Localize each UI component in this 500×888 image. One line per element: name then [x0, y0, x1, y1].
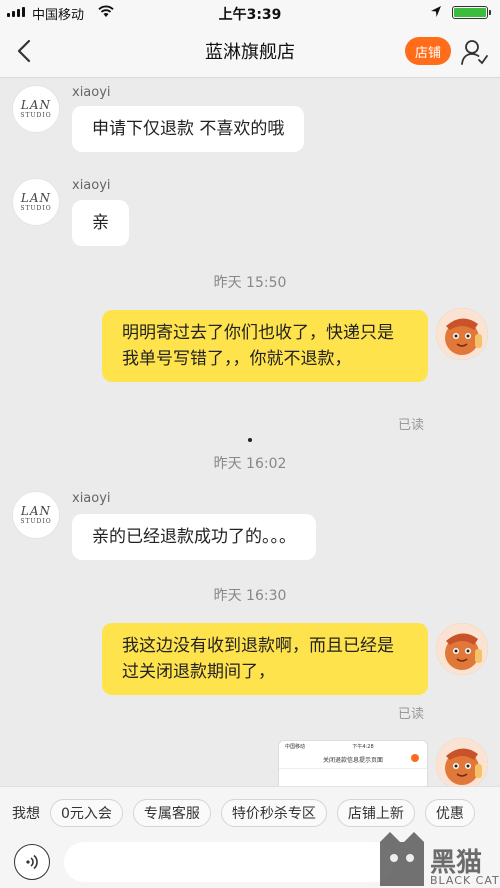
voice-button[interactable] — [14, 844, 50, 880]
sender-name: xiaoyi — [72, 178, 111, 193]
sender-name: xiaoyi — [72, 85, 111, 100]
store-avatar[interactable]: LAN STUDIO — [12, 491, 60, 539]
chip-customer-service[interactable]: 专属客服 — [132, 798, 211, 827]
location-arrow-icon — [431, 6, 441, 17]
chat-area[interactable]: LAN STUDIO xiaoyi 申请下仅退款 不喜欢的哦 LAN STUDI… — [0, 78, 500, 786]
user-profile-icon[interactable] — [460, 38, 488, 66]
chip-free-membership[interactable]: 0元入会 — [50, 798, 123, 827]
chip-discount[interactable]: 优惠 — [424, 798, 475, 827]
nav-bar: 蓝淋旗舰店 店铺 — [0, 24, 500, 78]
cartoon-avatar-icon — [436, 738, 488, 786]
sender-name: xiaoyi — [72, 491, 111, 506]
message-bubble[interactable]: 亲的已经退款成功了的。。。 — [72, 514, 316, 560]
quick-phrase-bar: 我想 0元入会 专属客服 特价秒杀专区 店铺上新 优惠 — [0, 786, 500, 838]
chip-flash-sale[interactable]: 特价秒杀专区 — [220, 798, 327, 827]
read-receipt: 已读 — [398, 418, 425, 433]
image-title: 关闭退款信息提示页面 — [322, 757, 383, 764]
status-time: 上午3:39 — [218, 7, 282, 23]
message-bubble-self[interactable]: 我这边没有收到退款啊，而且已经是过关闭退款期间了， — [102, 623, 428, 695]
battery-icon — [452, 6, 491, 19]
message-bubble[interactable]: 亲 — [72, 200, 129, 246]
message-bubble[interactable]: 申请下仅退款 不喜欢的哦 — [72, 106, 305, 152]
user-avatar[interactable] — [436, 623, 488, 675]
image-carrier: 中国移动 — [285, 744, 306, 750]
store-avatar[interactable]: LAN STUDIO — [12, 85, 60, 133]
image-time: 下午4:28 — [352, 744, 374, 750]
input-bar — [0, 838, 500, 888]
timestamp: 昨天 16:30 — [213, 588, 287, 604]
image-nav: 关闭退款信息提示页面 — [279, 752, 427, 769]
timestamp: 昨天 15:50 — [213, 275, 287, 291]
user-avatar[interactable] — [436, 738, 488, 786]
logo-subtext: STUDIO — [20, 205, 52, 212]
message-input[interactable] — [64, 842, 394, 882]
read-receipt: 已读 — [398, 707, 425, 722]
logo-text: LAN — [20, 504, 52, 518]
voice-wave-icon — [26, 854, 38, 870]
logo-subtext: STUDIO — [20, 518, 52, 525]
logo-subtext: STUDIO — [20, 112, 52, 119]
chip-new-arrivals[interactable]: 店铺上新 — [336, 798, 415, 827]
store-avatar[interactable]: LAN STUDIO — [12, 178, 60, 226]
cartoon-avatar-icon — [436, 623, 488, 675]
shop-button[interactable]: 店铺 — [405, 37, 451, 65]
timestamp: 昨天 16:02 — [213, 456, 287, 472]
image-shop-dot — [411, 754, 419, 762]
message-bubble-self[interactable]: 明明寄过去了你们也收了，快递只是我单号写错了，，你就不退款， — [102, 310, 428, 382]
image-message[interactable]: 中国移动 下午4:28 关闭退款信息提示页面 — [278, 740, 428, 786]
divider-dot — [248, 438, 252, 442]
cartoon-avatar-icon — [436, 308, 488, 360]
image-status-bar: 中国移动 下午4:28 — [279, 741, 427, 752]
user-avatar[interactable] — [436, 308, 488, 360]
quick-phrase-label: 我想 — [12, 805, 40, 822]
logo-text: LAN — [20, 98, 52, 112]
logo-text: LAN — [20, 191, 52, 205]
status-bar: 中国移动 上午3:39 — [0, 0, 500, 24]
